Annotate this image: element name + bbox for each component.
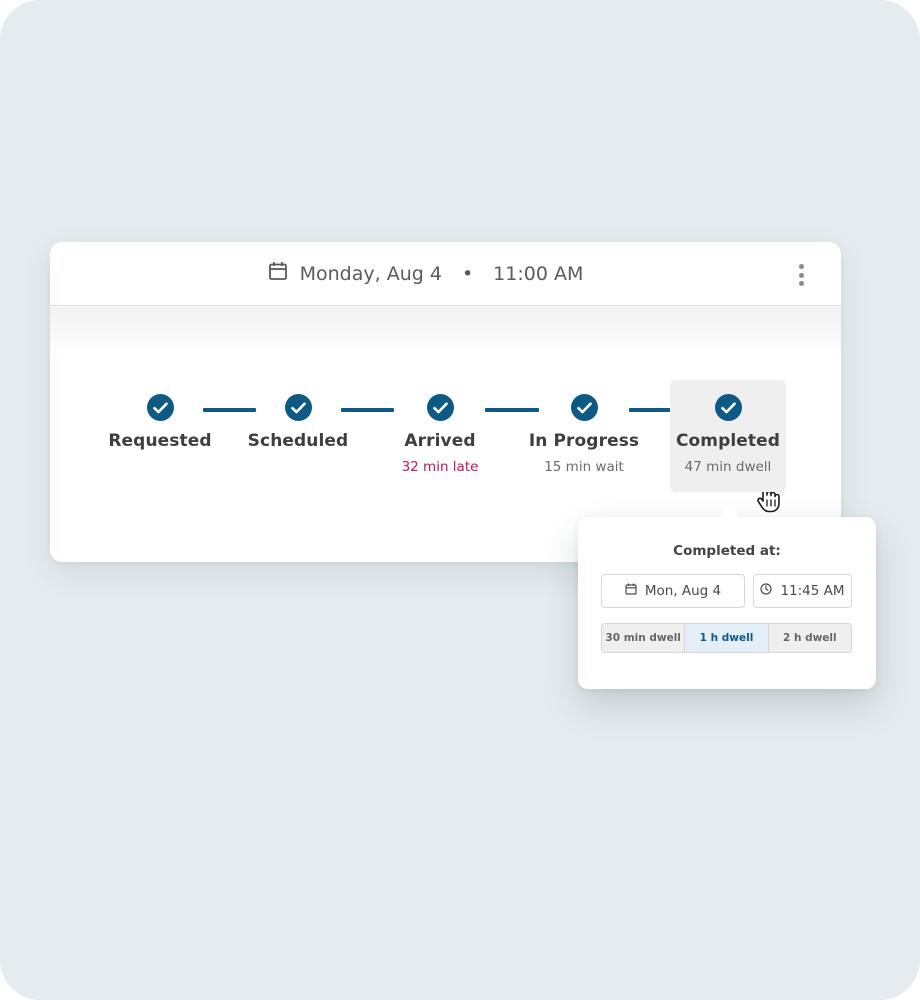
dwell-segmented-control: 30 min dwell 1 h dwell 2 h dwell — [601, 623, 852, 653]
step-requested[interactable]: Requested — [80, 394, 240, 459]
step-label: In Progress — [528, 431, 640, 451]
completed-date-value: Mon, Aug 4 — [644, 583, 722, 599]
completed-time-field[interactable]: 11:45 AM — [753, 574, 852, 608]
step-scheduled[interactable]: Scheduled — [218, 394, 378, 459]
dwell-option-30-min[interactable]: 30 min dwell — [602, 624, 686, 652]
step-label: Requested — [108, 431, 212, 451]
calendar-icon — [625, 583, 637, 599]
check-icon — [146, 394, 174, 421]
step-label: Arrived — [404, 431, 476, 451]
step-completed[interactable]: Completed 47 min dwell — [648, 380, 808, 492]
late-badge: 32 min late — [401, 459, 479, 475]
step-label: Scheduled — [247, 431, 349, 451]
step-sub: 47 min dwell — [684, 459, 772, 475]
step-sub: 15 min wait — [544, 459, 624, 475]
step-label: Completed — [675, 431, 781, 451]
check-icon — [426, 394, 454, 421]
completed-at-popover: Completed at: Mon, Aug 4 11:45 AM 30 min… — [578, 507, 876, 689]
check-icon — [714, 394, 742, 421]
clock-icon — [760, 583, 773, 599]
dwell-option-1-h[interactable]: 1 h dwell — [685, 624, 769, 652]
popover-title: Completed at: — [673, 543, 781, 559]
completed-time-value: 11:45 AM — [780, 583, 845, 599]
completed-date-field[interactable]: Mon, Aug 4 — [601, 574, 745, 608]
check-icon — [284, 394, 312, 421]
step-arrived[interactable]: Arrived 32 min late — [360, 394, 520, 475]
popover-arrow — [718, 507, 740, 518]
step-in-progress[interactable]: In Progress 15 min wait — [504, 394, 664, 475]
dwell-option-2-h[interactable]: 2 h dwell — [768, 624, 851, 652]
check-icon — [570, 394, 598, 421]
